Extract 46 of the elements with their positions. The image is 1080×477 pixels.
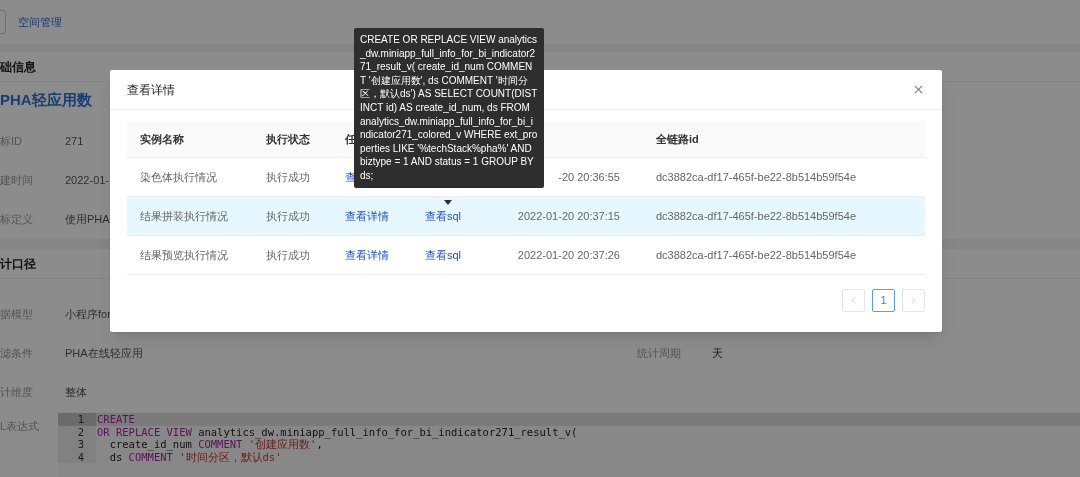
view-details-link[interactable]: 查看详情 bbox=[345, 209, 389, 222]
indicator-title: PHA轻应用数 bbox=[0, 89, 92, 110]
table-cell-text: 2022-01-20 20:37:26 bbox=[517, 247, 620, 263]
table-row[interactable]: 结果拼装执行情况 执行成功 查看详情 查看sql 2022-01-20 20:37:15 dc3882ca-df17-465f-be22-8b514b59f54e bbox=[127, 197, 925, 236]
table-cell: 执行成功 bbox=[266, 248, 310, 261]
view-sql-link[interactable]: 查看sql bbox=[425, 248, 462, 261]
table-cell: dc3882ca-df17-465f-be22-8b514b59f54e bbox=[656, 248, 856, 261]
code-line: CREATE bbox=[96, 413, 135, 426]
view-details-link[interactable]: 查看详情 bbox=[345, 248, 389, 261]
field-value: PHA在线轻应用 bbox=[65, 347, 143, 360]
field-value: 2022-01- bbox=[65, 174, 110, 187]
field-value: 271 bbox=[65, 135, 84, 148]
tooltip-arrow-icon bbox=[444, 200, 452, 205]
tooltip-text: CREATE OR REPLACE VIEW analytics_dw.miniapp_full_info_for_bi_indicator271_result_v( create_id_num COMMENT '创建应用数', ds COMMENT '时间分区，默认ds') AS SELECT COUNT(DISTINCT id) AS create_id_num, ds FROM analytics_dw.miniapp_full_info_for_bi_indicator271_colored_v WHERE ext_properties LIKE '%techStack%pha%' AND biztype = 1 AND status = 1 GROUP BY ds; bbox=[360, 33, 538, 183]
table-cell: dc3882ca-df17-465f-be22-8b514b59f54e bbox=[656, 209, 856, 222]
table-cell: 结果预览执行情况 bbox=[140, 248, 228, 261]
table-cell: 执行成功 bbox=[266, 170, 310, 183]
modal-title: 查看详情 bbox=[127, 81, 175, 99]
column-header: 执行状态 bbox=[266, 132, 310, 145]
field-value: 整体 bbox=[65, 386, 87, 399]
field-label: 标ID bbox=[0, 134, 23, 150]
view-sql-link[interactable]: 查看sql bbox=[425, 209, 462, 222]
table-cell: 染色体执行情况 bbox=[140, 170, 217, 183]
table-cell-text: -20 20:36:55 bbox=[558, 169, 620, 185]
code-line: create_id_num COMMENT '创建应用数', bbox=[108, 438, 323, 451]
field-value: 天 bbox=[712, 346, 723, 362]
line-number: 3 bbox=[58, 438, 96, 451]
table-cell: 执行成功 bbox=[266, 209, 310, 222]
page-button[interactable]: 1 bbox=[872, 289, 895, 312]
field-value: 小程序for bbox=[65, 308, 111, 321]
code-line: ds COMMENT '时间分区，默认ds' bbox=[108, 450, 282, 463]
close-icon[interactable] bbox=[912, 83, 925, 96]
field-value: 使用PHA bbox=[65, 213, 110, 226]
code-line: OR REPLACE VIEW analytics_dw.miniapp_full_info_for_bi_indicator271_result_v( bbox=[96, 425, 578, 438]
code-editor[interactable]: 1 CREATE 2 OR REPLACE VIEW analytics_dw.miniapp_full_info_for_bi_indicator271_result_v( 3 create_id_num COMMENT '创建应用数', 4 ds COMMENT '时间分区，默认ds' bbox=[58, 412, 1080, 477]
table-cell-text: 2022-01-20 20:37:15 bbox=[517, 208, 620, 224]
table-cell: 结果拼装执行情况 bbox=[140, 209, 228, 222]
nav-box[interactable] bbox=[0, 10, 6, 34]
space-management-link[interactable]: 空间管理 bbox=[18, 13, 62, 31]
table-cell: dc3882ca-df17-465f-be22-8b514b59f54e bbox=[656, 170, 856, 183]
column-header: 实例名称 bbox=[140, 132, 184, 145]
line-number: 1 bbox=[58, 413, 96, 426]
section-title: 计口径 bbox=[0, 255, 36, 273]
column-header: 全链路id bbox=[656, 132, 699, 145]
view-details-link[interactable]: 查 bbox=[345, 170, 356, 183]
section-title: 础信息 bbox=[0, 58, 36, 76]
